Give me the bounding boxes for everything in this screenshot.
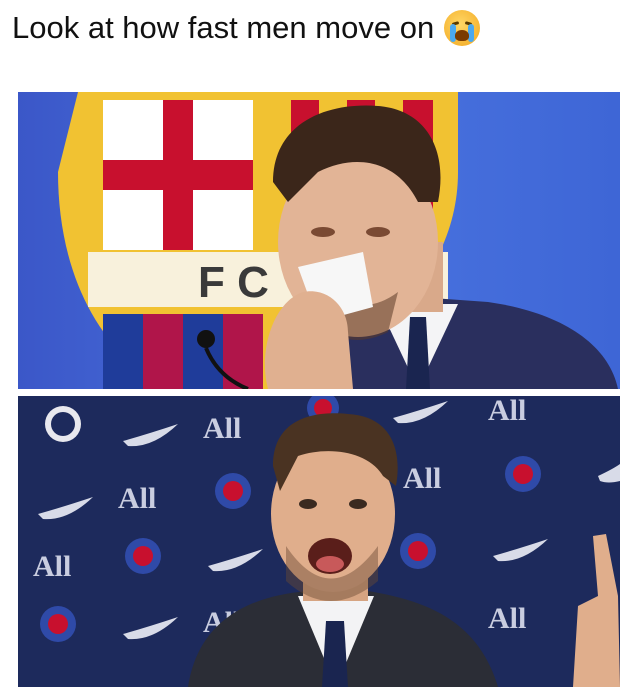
- svg-text:All: All: [118, 482, 156, 515]
- crest-letters: F C: [198, 258, 269, 307]
- top-photo-illustration: F C: [58, 92, 618, 389]
- bottom-photo-panel: All All All All All All All: [18, 396, 620, 687]
- bottom-photo-illustration: All All All All All All All: [33, 396, 620, 687]
- svg-text:All: All: [33, 550, 71, 583]
- raised-finger-hand: [573, 534, 620, 687]
- svg-text:All: All: [203, 412, 241, 445]
- loudly-crying-face-icon: [444, 10, 481, 46]
- excited-person: [188, 413, 498, 687]
- svg-text:All: All: [488, 602, 526, 635]
- meme-caption: Look at how fast men move on: [12, 10, 481, 46]
- svg-text:All: All: [488, 396, 526, 427]
- top-photo-panel: F C: [18, 92, 620, 389]
- caption-text: Look at how fast men move on: [12, 10, 435, 45]
- svg-text:All: All: [403, 462, 441, 495]
